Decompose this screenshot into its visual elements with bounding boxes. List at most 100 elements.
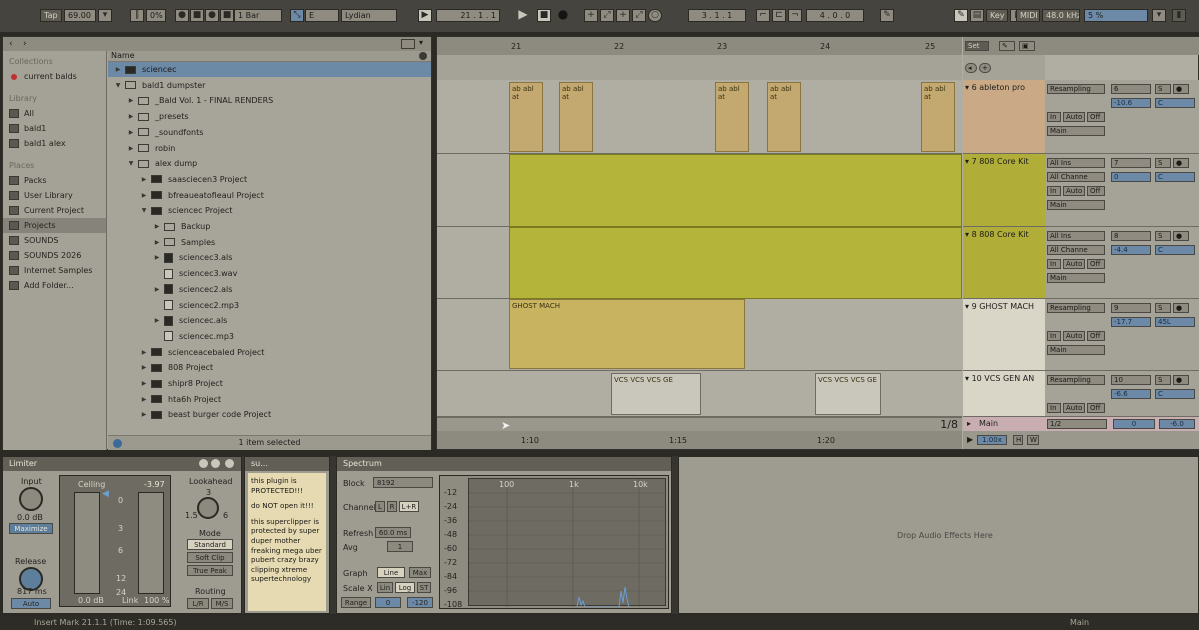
main-volume[interactable]: 0 — [1113, 419, 1155, 429]
metronome-icon[interactable]: ▾ — [98, 9, 112, 22]
collapsed-icon[interactable]: ▶ — [140, 192, 148, 199]
main-track-header[interactable]: ▸ Main 1/2 0 -6.0 — [963, 417, 1199, 431]
place-item[interactable]: User Library — [3, 188, 106, 203]
monitor-in[interactable]: In — [1047, 403, 1061, 413]
maximize-button[interactable]: Maximize — [9, 523, 53, 534]
track-lane[interactable] — [437, 154, 962, 227]
track-lane[interactable] — [437, 227, 962, 299]
add-icon[interactable] — [113, 439, 122, 448]
play-loop-icon[interactable]: ● — [175, 9, 189, 22]
track-pan[interactable]: 45L — [1155, 317, 1195, 327]
midi-clip[interactable] — [509, 227, 962, 299]
monitor-auto[interactable]: Auto — [1063, 331, 1085, 341]
file-row[interactable]: ▶ sciencec.als — [108, 313, 431, 328]
channel-r[interactable]: R — [387, 501, 397, 512]
monitor-off[interactable]: Off — [1087, 259, 1105, 269]
arm-button[interactable]: ● — [1173, 375, 1189, 385]
monitor-auto[interactable]: Auto — [1063, 186, 1085, 196]
file-row[interactable]: ▶ Backup — [108, 219, 431, 234]
scale-mode-icon[interactable]: ⤡ — [290, 9, 304, 22]
collapsed-icon[interactable]: ▶ — [140, 364, 148, 371]
solo-button[interactable]: S — [1155, 231, 1171, 241]
track-header[interactable]: ▾ 7 808 Core Kit — [963, 154, 1045, 227]
drum-clip[interactable]: ab abl at — [767, 82, 801, 152]
mode-standard[interactable]: Standard — [187, 539, 233, 550]
track-number[interactable]: 10 — [1111, 375, 1151, 385]
file-row[interactable]: ▶ bfreaueatofieaul Project — [108, 188, 431, 203]
midi-map-button[interactable]: MIDI — [1016, 9, 1040, 22]
place-item[interactable]: SOUNDS — [3, 233, 106, 248]
library-bald1[interactable]: bald1 — [3, 121, 106, 136]
track-pan[interactable]: C — [1155, 98, 1195, 108]
input-knob[interactable] — [19, 487, 43, 511]
monitor-off[interactable]: Off — [1087, 186, 1105, 196]
collapsed-icon[interactable]: ▶ — [153, 254, 161, 261]
time-ruler[interactable]: 1:10 1:15 1:20 — [437, 431, 962, 449]
graph-max[interactable]: Max — [409, 567, 431, 578]
main-fold-icon[interactable]: ▸ — [967, 419, 971, 428]
solo-button[interactable]: S — [1155, 84, 1171, 94]
collapsed-icon[interactable]: ▶ — [153, 286, 161, 293]
track-pan[interactable]: C — [1155, 389, 1195, 399]
channel-lr[interactable]: L+R — [399, 501, 419, 512]
main-pan[interactable]: -6.0 — [1159, 419, 1195, 429]
block-menu[interactable]: 8192 — [373, 477, 433, 488]
file-row[interactable]: ▶ scienceacebaled Project — [108, 345, 431, 360]
track-volume[interactable]: 0 — [1111, 172, 1151, 182]
track-number[interactable]: 7 — [1111, 158, 1151, 168]
track-header[interactable]: ▾ 9 GHOST MACH — [963, 299, 1045, 371]
auto-release-button[interactable]: Auto — [11, 598, 51, 609]
file-row[interactable]: ▶ saasciecen3 Project — [108, 172, 431, 187]
audio-clip[interactable]: VCS VCS VCS GE — [611, 373, 701, 415]
collapsed-icon[interactable]: ▶ — [153, 223, 161, 230]
track-header[interactable]: ▾ 6 ableton pro — [963, 80, 1045, 154]
scale-menu[interactable]: Lydian — [341, 9, 397, 22]
place-item[interactable]: Packs — [3, 173, 106, 188]
file-row[interactable]: ▶ beast burger code Project — [108, 407, 431, 422]
file-row[interactable]: ▶ hta6h Project — [108, 392, 431, 407]
input-type-menu[interactable]: Resampling — [1047, 375, 1105, 385]
note-text-area[interactable]: this plugin is PROTECTED!!! do NOT open … — [248, 473, 326, 611]
file-row[interactable]: ▶ _Bald Vol. 1 - FINAL RENDERS — [108, 93, 431, 108]
output-menu[interactable]: Main — [1047, 345, 1105, 355]
input-channel-menu[interactable]: All Channe — [1047, 172, 1105, 182]
input-type-menu[interactable]: Resampling — [1047, 84, 1105, 94]
mode-true-peak[interactable]: True Peak — [187, 565, 233, 576]
place-item[interactable]: SOUNDS 2026 — [3, 248, 106, 263]
file-row[interactable]: sciencec.mp3 — [108, 329, 431, 344]
monitor-in[interactable]: In — [1047, 112, 1061, 122]
quantize-menu[interactable]: 1 Bar — [234, 9, 282, 22]
graph-line[interactable]: Line — [377, 567, 405, 578]
track-header[interactable]: ▾ 8 808 Core Kit — [963, 227, 1045, 299]
file-row[interactable]: ▶ shipr8 Project — [108, 376, 431, 391]
column-options-icon[interactable] — [419, 52, 427, 60]
collapsed-icon[interactable]: ▶ — [140, 349, 148, 356]
monitor-in[interactable]: In — [1047, 331, 1061, 341]
solo-button[interactable]: S — [1155, 303, 1171, 313]
monitor-in[interactable]: In — [1047, 259, 1061, 269]
collapsed-icon[interactable]: ▶ — [140, 411, 148, 418]
limiter-title-bar[interactable]: Limiter — [3, 457, 241, 471]
routing-ms[interactable]: M/S — [211, 598, 233, 609]
monitor-off[interactable]: Off — [1087, 112, 1105, 122]
overview-bar[interactable]: 1/8 — [437, 417, 962, 431]
device-hot-swap-icon[interactable] — [199, 459, 208, 468]
output-menu[interactable]: Main — [1047, 273, 1105, 283]
name-column-header[interactable]: Name — [108, 51, 431, 62]
file-row[interactable]: sciencec3.wav — [108, 266, 431, 281]
h-toggle[interactable]: H — [1013, 435, 1023, 445]
output-menu[interactable]: Main — [1047, 126, 1105, 136]
collapsed-icon[interactable]: ▶ — [127, 145, 135, 152]
forward-icon[interactable]: › — [23, 39, 27, 49]
avg-field[interactable]: 1 — [387, 541, 413, 552]
loop-length-field[interactable]: 4 . 0 . 0 — [806, 9, 864, 22]
draw-mode-icon[interactable]: ● — [205, 9, 219, 22]
play-icon[interactable]: ▶ — [516, 8, 530, 22]
track-lane[interactable]: ab abl at ab abl at ab abl at ab abl at ab a… — [437, 80, 962, 154]
arm-button[interactable]: ● — [1173, 84, 1189, 94]
midi-clip[interactable] — [509, 154, 962, 227]
beat-ruler[interactable]: 21 22 23 24 25 — [437, 37, 962, 55]
cpu-menu-icon[interactable]: ▾ — [1152, 9, 1166, 22]
browser-menu-icon[interactable]: ▾ — [419, 38, 423, 47]
zoom-field[interactable]: 1.00x — [977, 435, 1007, 445]
